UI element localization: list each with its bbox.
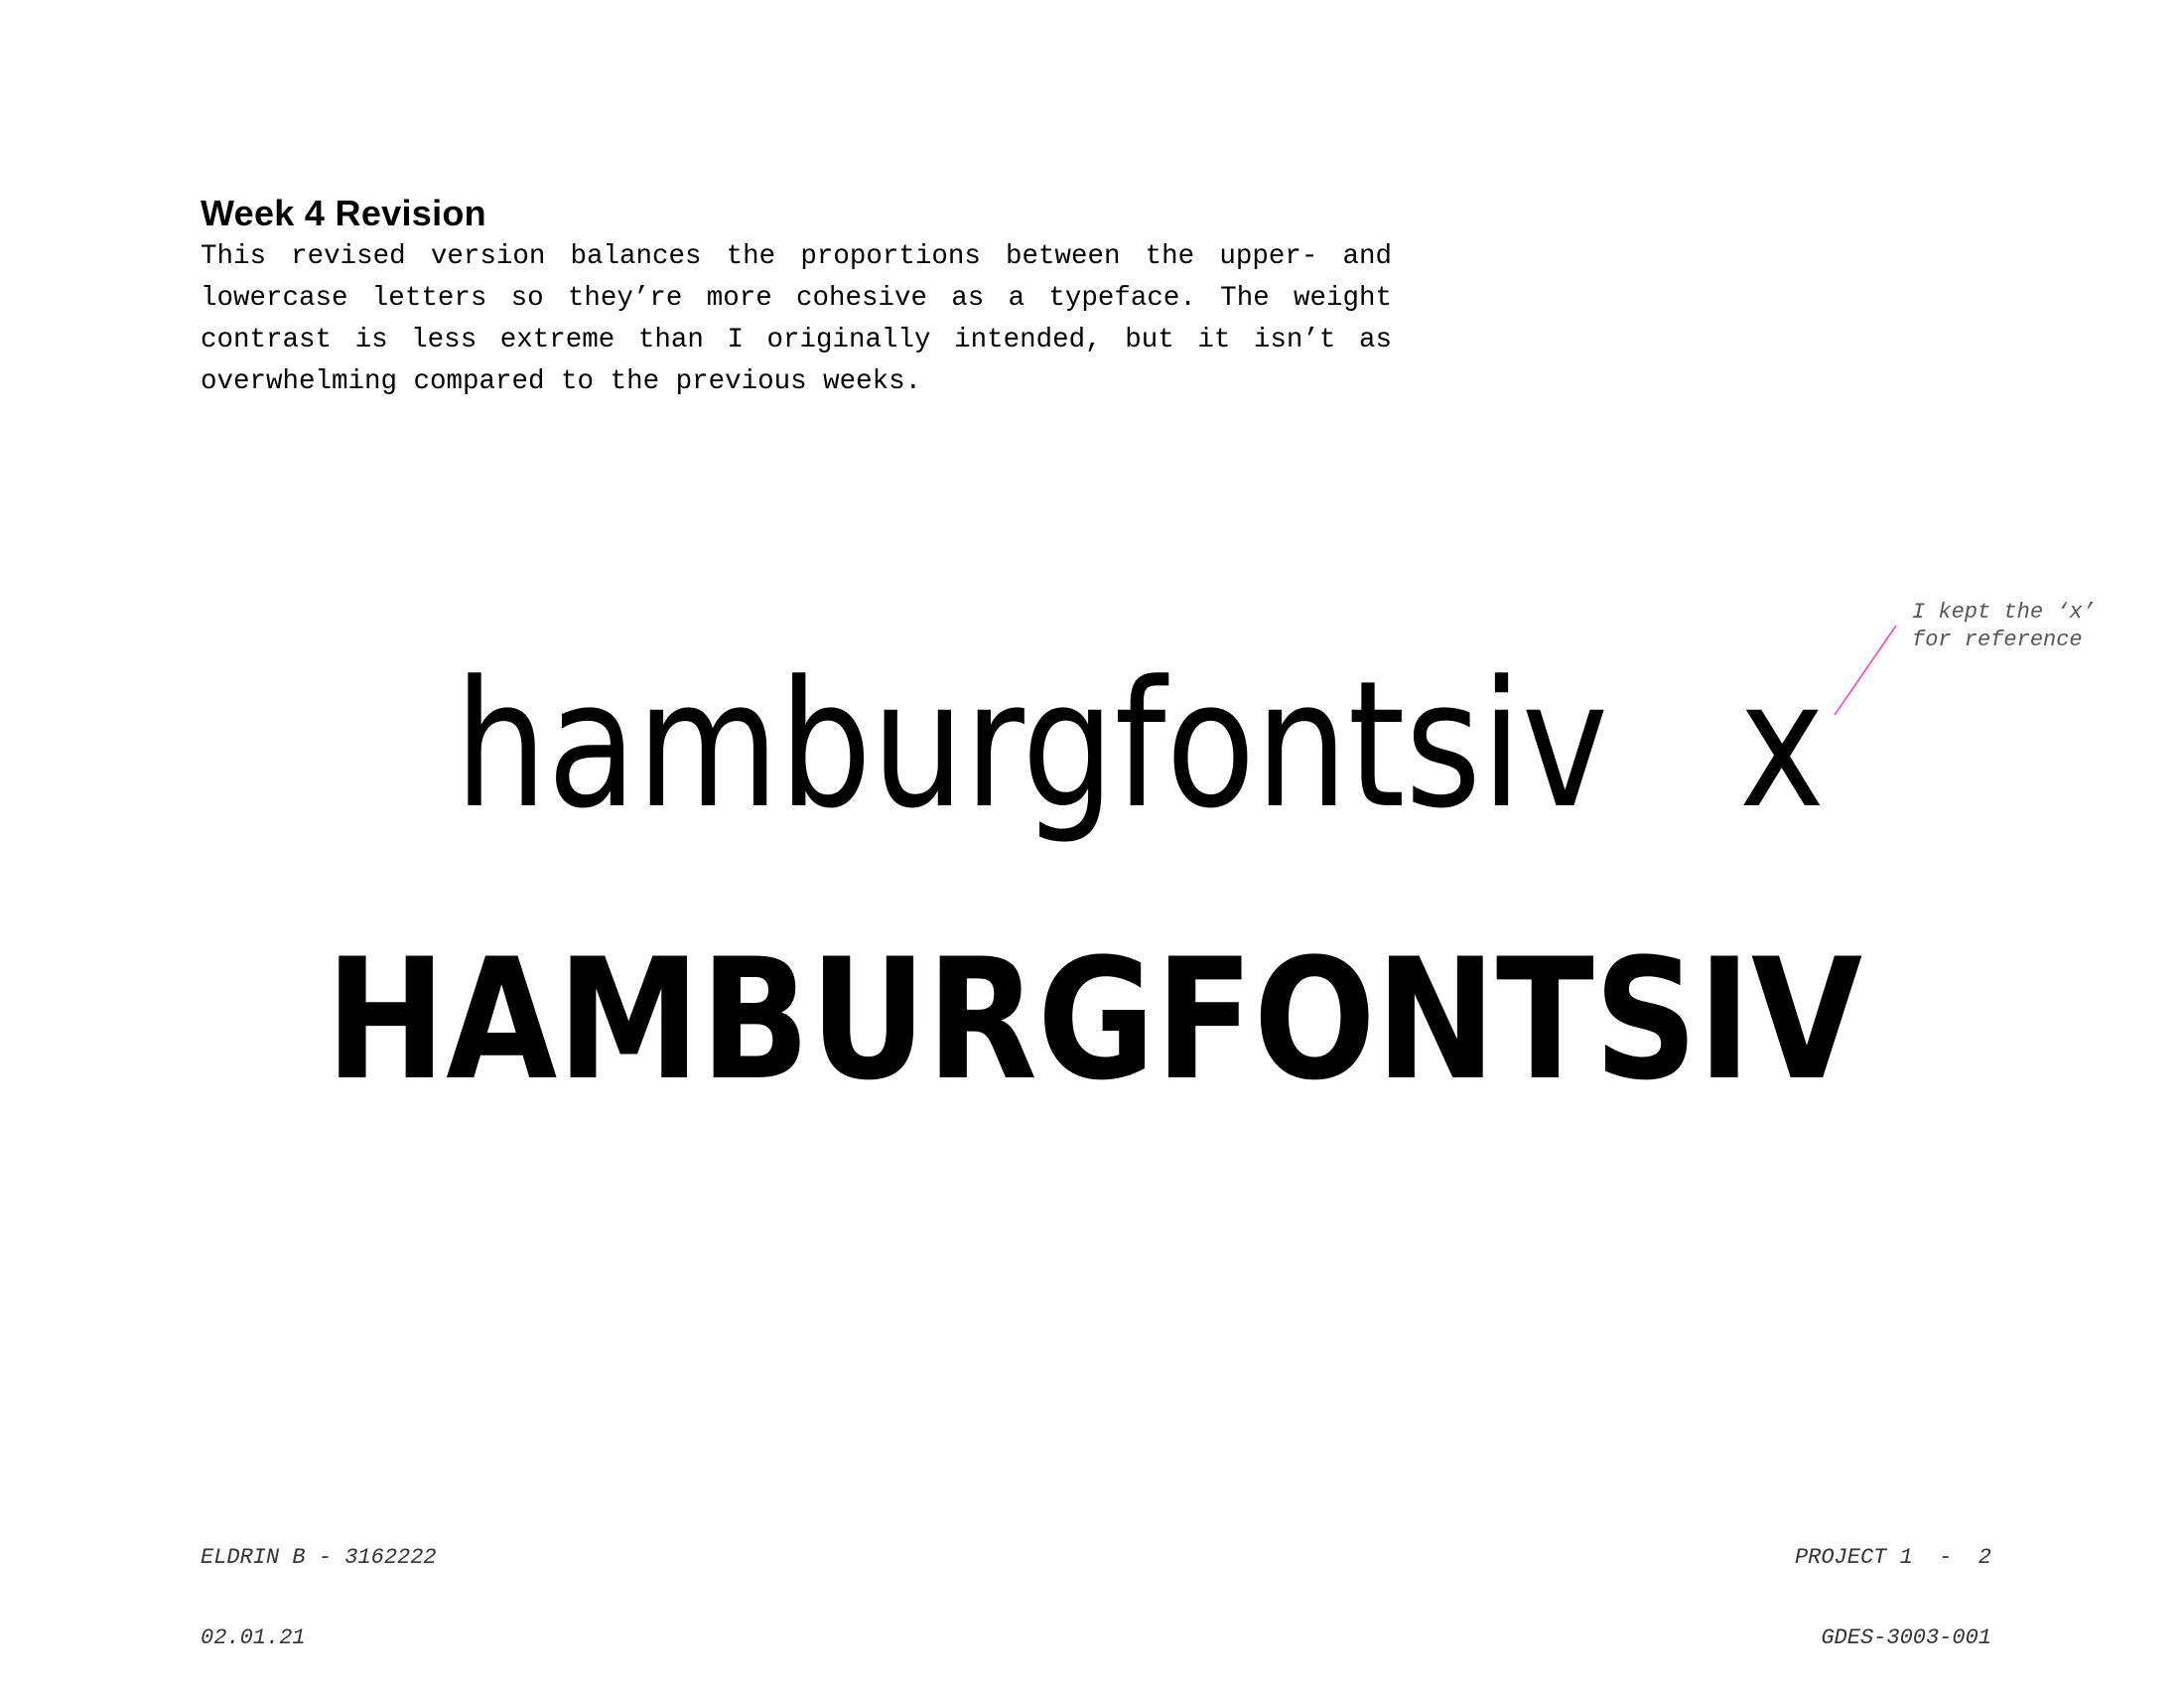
project-number: PROJECT 1 - 2 <box>1794 1545 1991 1570</box>
annotation-note: I kept the ‘x’ for reference <box>1912 599 2096 654</box>
course-code: GDES-3003-001 <box>1821 1625 1991 1650</box>
reference-x-glyph: x <box>1739 643 1825 847</box>
annotation-line-2: for reference <box>1912 628 2083 652</box>
date: 02.01.21 <box>201 1625 306 1650</box>
annotation-line-1: I kept the ‘x’ <box>1912 600 2096 625</box>
footer-right: PROJECT 1 - 2 GDES-3003-001 <box>1795 1490 1991 1678</box>
annotation-leader-line <box>1834 625 1897 716</box>
author-id: ELDRIN B - 3162222 <box>201 1545 437 1570</box>
type-specimen: hamburgfontsiv x HAMBURGFONTSIV <box>326 625 1897 1117</box>
uppercase-specimen: HAMBURGFONTSIV <box>326 922 1862 1117</box>
footer-left: ELDRIN B - 3162222 02.01.21 <box>201 1490 437 1678</box>
lowercase-specimen: hamburgfontsiv <box>455 643 1608 847</box>
